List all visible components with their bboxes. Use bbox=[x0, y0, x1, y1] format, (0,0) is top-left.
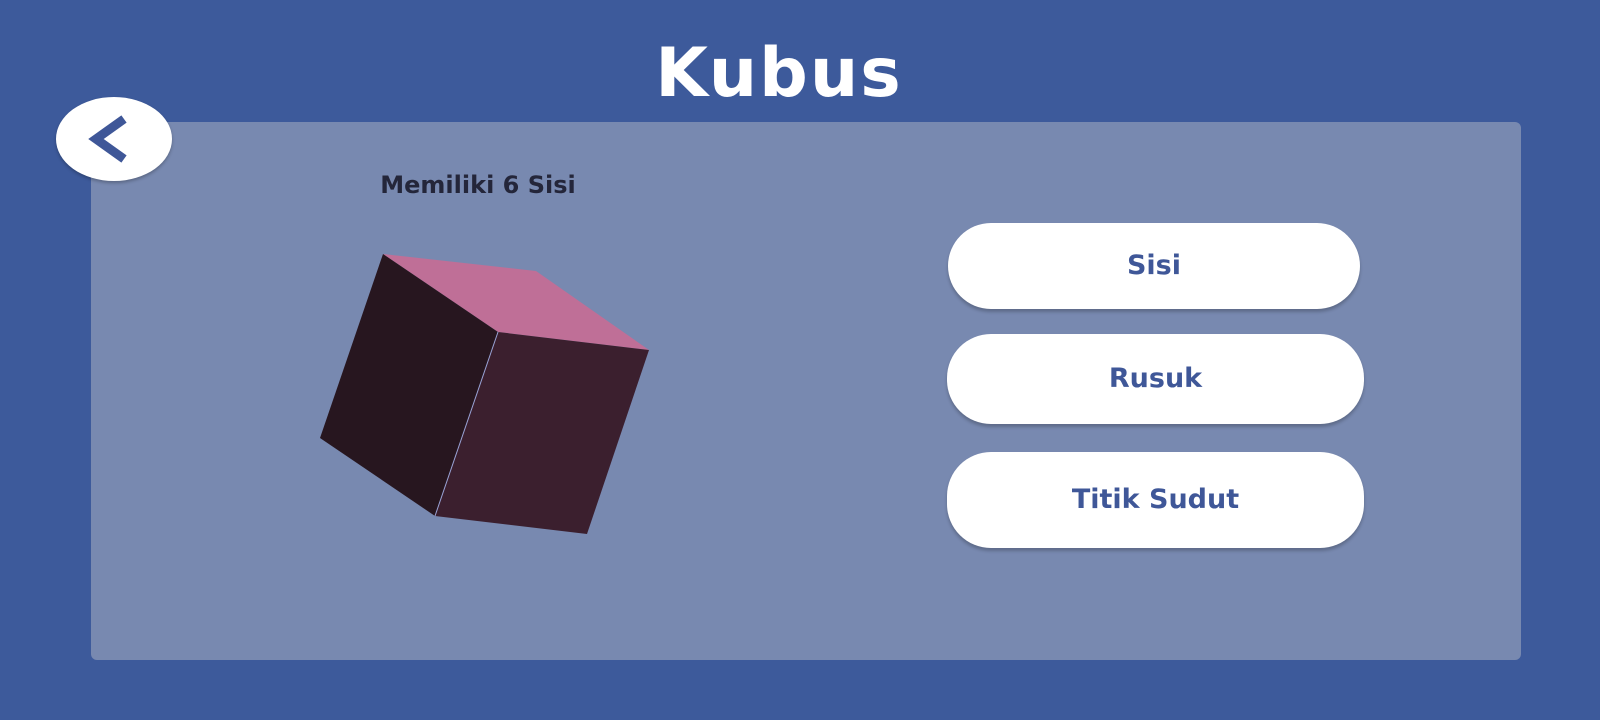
rusuk-button[interactable]: Rusuk bbox=[947, 334, 1364, 424]
app-screen: Kubus Memiliki 6 Sisi Sisi Rusuk Titik S… bbox=[0, 0, 1600, 720]
shape-caption: Memiliki 6 Sisi bbox=[380, 171, 576, 199]
titik-sudut-button[interactable]: Titik Sudut bbox=[947, 452, 1364, 548]
sisi-button[interactable]: Sisi bbox=[948, 223, 1360, 309]
chevron-left-icon bbox=[88, 115, 127, 163]
page-title: Kubus bbox=[655, 34, 903, 113]
back-button[interactable] bbox=[56, 97, 172, 181]
